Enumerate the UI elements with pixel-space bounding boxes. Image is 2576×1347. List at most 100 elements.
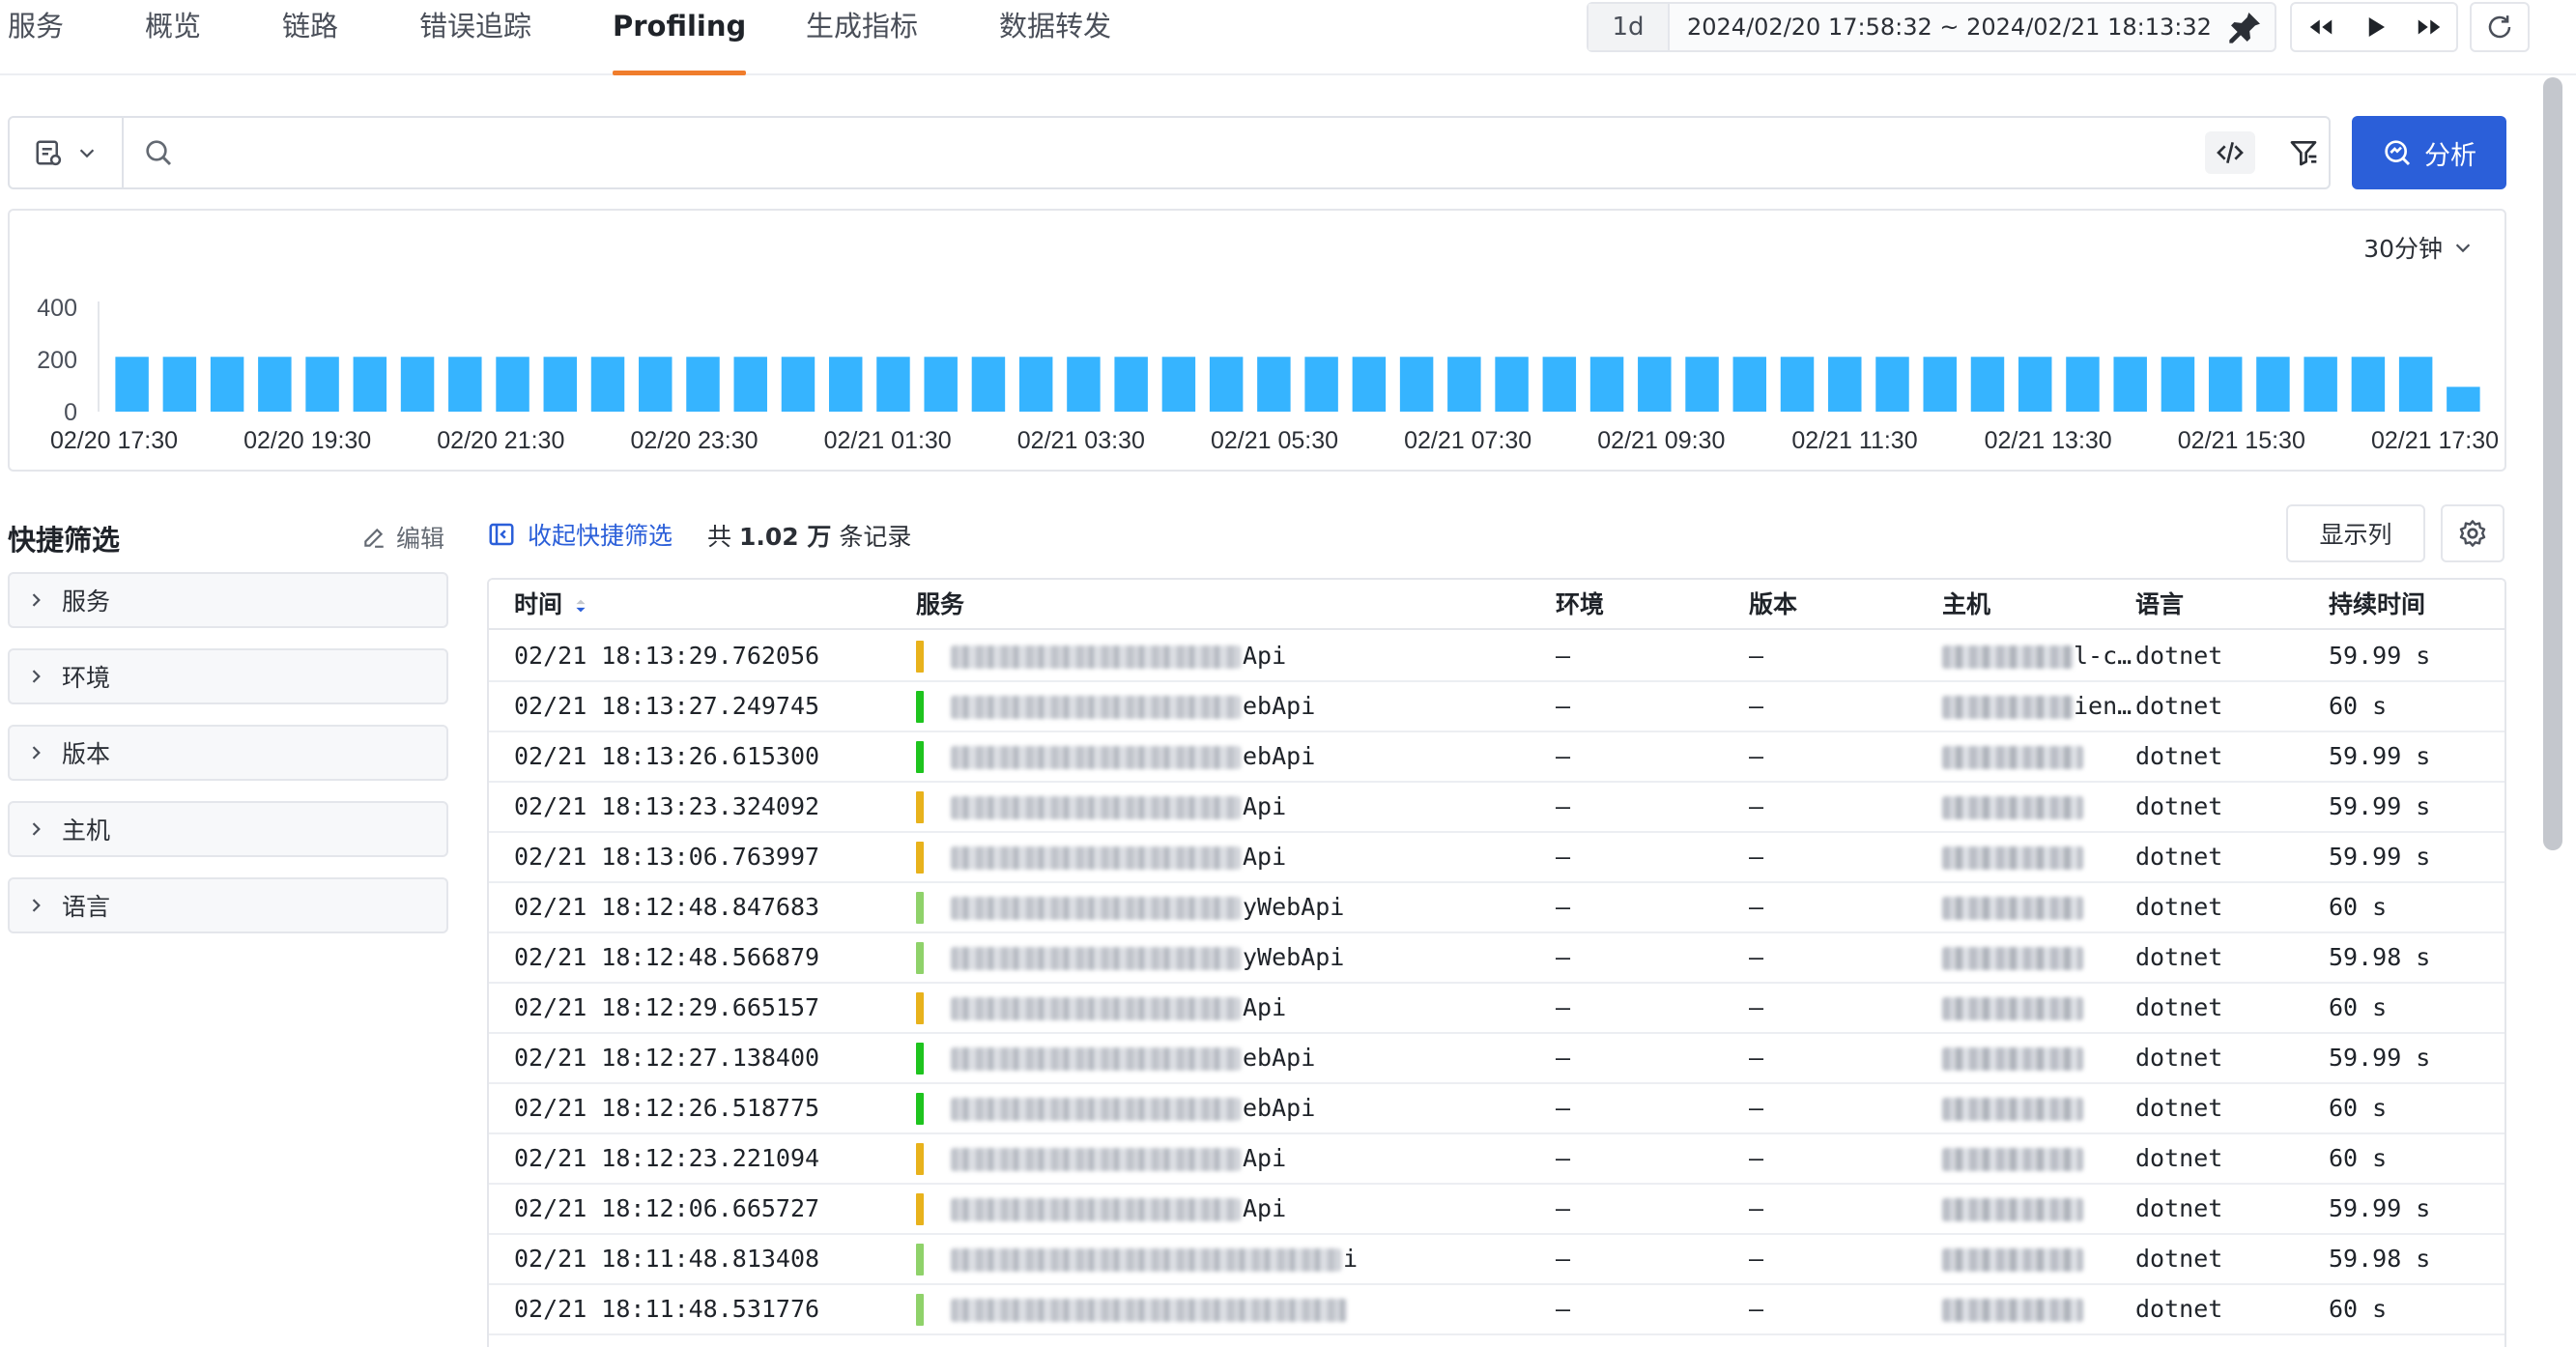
- histogram-bar[interactable]: [162, 357, 197, 412]
- histogram-bar[interactable]: [1067, 357, 1101, 412]
- table-row[interactable]: 02/21 18:12:23.221094 Api – – dotnet 60 s: [489, 1134, 2504, 1185]
- table-row[interactable]: 02/21 18:11:48.813408 i – – dotnet 59.98 s: [489, 1235, 2504, 1285]
- table-row[interactable]: 02/21 18:12:29.665157 Api – – dotnet 60 s: [489, 984, 2504, 1034]
- histogram-bar[interactable]: [1209, 357, 1244, 412]
- histogram-bar[interactable]: [1828, 357, 1862, 412]
- column-header-service[interactable]: 服务: [916, 580, 964, 630]
- histogram-bar[interactable]: [2066, 357, 2100, 412]
- histogram-bar[interactable]: [924, 357, 958, 412]
- histogram-bar[interactable]: [2256, 357, 2290, 412]
- quick-filter-item-environment[interactable]: 环境: [8, 648, 448, 704]
- quick-filter-item-version[interactable]: 版本: [8, 725, 448, 781]
- tab-traces[interactable]: 链路: [282, 0, 338, 75]
- histogram-bar[interactable]: [1923, 357, 1957, 412]
- rewind-icon[interactable]: [2294, 4, 2348, 50]
- time-range-preset[interactable]: 1d: [1589, 4, 1670, 50]
- table-row[interactable]: 02/21 18:13:26.615300 ebApi – – dotnet 59.99 …: [489, 732, 2504, 783]
- table-row[interactable]: 02/21 18:12:27.138400 ebApi – – dotnet 59.99 …: [489, 1034, 2504, 1084]
- histogram-bar[interactable]: [639, 357, 673, 412]
- histogram-bar[interactable]: [1875, 357, 1909, 412]
- histogram-bar[interactable]: [2018, 357, 2052, 412]
- tab-error-tracking[interactable]: 错误追踪: [419, 0, 531, 75]
- histogram-bar[interactable]: [1257, 357, 1291, 412]
- quick-filter-item-service[interactable]: 服务: [8, 572, 448, 628]
- histogram-bar[interactable]: [1495, 357, 1529, 412]
- histogram-bar[interactable]: [258, 357, 292, 412]
- histogram-bar[interactable]: [590, 357, 625, 412]
- histogram-bar[interactable]: [1542, 357, 1577, 412]
- column-header-time[interactable]: 时间: [514, 580, 591, 630]
- histogram-bar[interactable]: [686, 357, 720, 412]
- histogram-bar[interactable]: [2398, 357, 2433, 412]
- histogram-bar[interactable]: [353, 357, 387, 412]
- histogram-bar[interactable]: [1399, 357, 1434, 412]
- histogram-bar[interactable]: [781, 357, 816, 412]
- histogram-bar[interactable]: [2113, 357, 2147, 412]
- table-row[interactable]: 02/21 18:13:27.249745 ebApi – – ien… dotnet 60…: [489, 682, 2504, 732]
- source-selector[interactable]: [10, 118, 124, 187]
- search-input[interactable]: [186, 128, 2176, 178]
- histogram-bar[interactable]: [1161, 357, 1196, 412]
- tab-overview[interactable]: 概览: [145, 0, 201, 75]
- histogram-bar[interactable]: [2304, 357, 2337, 412]
- histogram-bar[interactable]: [1304, 357, 1338, 412]
- histogram-bar[interactable]: [733, 357, 767, 412]
- quick-filter-edit-button[interactable]: 编辑: [361, 520, 444, 555]
- histogram-bar[interactable]: [2208, 357, 2243, 412]
- table-row[interactable]: 02/21 18:11:48.531776 – – dotnet 60 s: [489, 1285, 2504, 1335]
- histogram-bar[interactable]: [2161, 357, 2195, 412]
- histogram-bar[interactable]: [400, 357, 435, 412]
- page-scrollbar[interactable]: [2543, 77, 2562, 850]
- histogram-bar[interactable]: [828, 357, 863, 412]
- column-header-host[interactable]: 主机: [1942, 580, 1990, 630]
- table-row[interactable]: 02/21 18:13:29.762056 Api – – l-c… dotnet 59.9…: [489, 632, 2504, 682]
- histogram-bar[interactable]: [876, 357, 910, 412]
- sort-icon[interactable]: [570, 595, 591, 616]
- histogram-bar[interactable]: [1685, 357, 1719, 412]
- histogram-bar[interactable]: [305, 357, 339, 412]
- collapse-quick-filter-link[interactable]: 收起快捷筛选: [487, 517, 673, 552]
- table-settings-button[interactable]: [2441, 504, 2504, 562]
- analyze-button[interactable]: 分析: [2352, 116, 2506, 189]
- time-range-text[interactable]: 2024/02/20 17:58:32 ~ 2024/02/21 18:13:3…: [1687, 4, 2212, 50]
- table-row[interactable]: 02/21 18:12:48.566879 yWebApi – – dotnet 59.9…: [489, 933, 2504, 984]
- histogram-bar[interactable]: [2351, 357, 2386, 412]
- histogram-bar[interactable]: [1447, 357, 1481, 412]
- column-header-duration[interactable]: 持续时间: [2329, 580, 2425, 630]
- table-row[interactable]: 02/21 18:13:23.324092 Api – – dotnet 59.99 s: [489, 783, 2504, 833]
- histogram-bar[interactable]: [971, 357, 1006, 412]
- histogram-bar[interactable]: [115, 357, 149, 412]
- histogram-bar[interactable]: [1970, 357, 2005, 412]
- histogram-bar[interactable]: [543, 357, 578, 412]
- histogram-bar[interactable]: [2447, 387, 2480, 412]
- column-header-version[interactable]: 版本: [1749, 580, 1797, 630]
- tab-profiling[interactable]: Profiling: [613, 0, 747, 75]
- histogram-bar[interactable]: [1589, 357, 1624, 412]
- column-header-language[interactable]: 语言: [2135, 580, 2184, 630]
- table-row[interactable]: 02/21 18:12:48.847683 yWebApi – – dotnet 60 s: [489, 883, 2504, 933]
- time-range-picker[interactable]: 1d 2024/02/20 17:58:32 ~ 2024/02/21 18:1…: [1587, 2, 2276, 52]
- histogram-bar[interactable]: [1018, 357, 1053, 412]
- table-row[interactable]: 02/21 18:12:06.665727 Api – – dotnet 59.99 s: [489, 1185, 2504, 1235]
- histogram-bar[interactable]: [1638, 357, 1672, 412]
- filter-settings-icon[interactable]: [2282, 131, 2325, 174]
- histogram-bar[interactable]: [1352, 357, 1387, 412]
- tab-generate-metrics[interactable]: 生成指标: [806, 0, 918, 75]
- tab-data-forwarding[interactable]: 数据转发: [999, 0, 1111, 75]
- quick-filter-item-language[interactable]: 语言: [8, 877, 448, 933]
- table-row[interactable]: 02/21 18:13:06.763997 Api – – dotnet 59.99 s: [489, 833, 2504, 883]
- refresh-icon[interactable]: [2470, 2, 2530, 52]
- pin-icon[interactable]: [2226, 8, 2265, 46]
- histogram-bar[interactable]: [448, 357, 482, 412]
- table-row[interactable]: 02/21 18:12:26.518775 ebApi – – dotnet 60 s: [489, 1084, 2504, 1134]
- histogram-bar[interactable]: [496, 357, 530, 412]
- quick-filter-item-host[interactable]: 主机: [8, 801, 448, 857]
- histogram-bar[interactable]: [1732, 357, 1767, 412]
- fast-forward-icon[interactable]: [2402, 4, 2456, 50]
- play-icon[interactable]: [2348, 4, 2402, 50]
- column-header-env[interactable]: 环境: [1556, 580, 1604, 630]
- show-columns-button[interactable]: 显示列: [2286, 504, 2425, 562]
- tab-services[interactable]: 服务: [8, 0, 64, 75]
- histogram-bar[interactable]: [1114, 357, 1148, 412]
- histogram-bar[interactable]: [210, 357, 244, 412]
